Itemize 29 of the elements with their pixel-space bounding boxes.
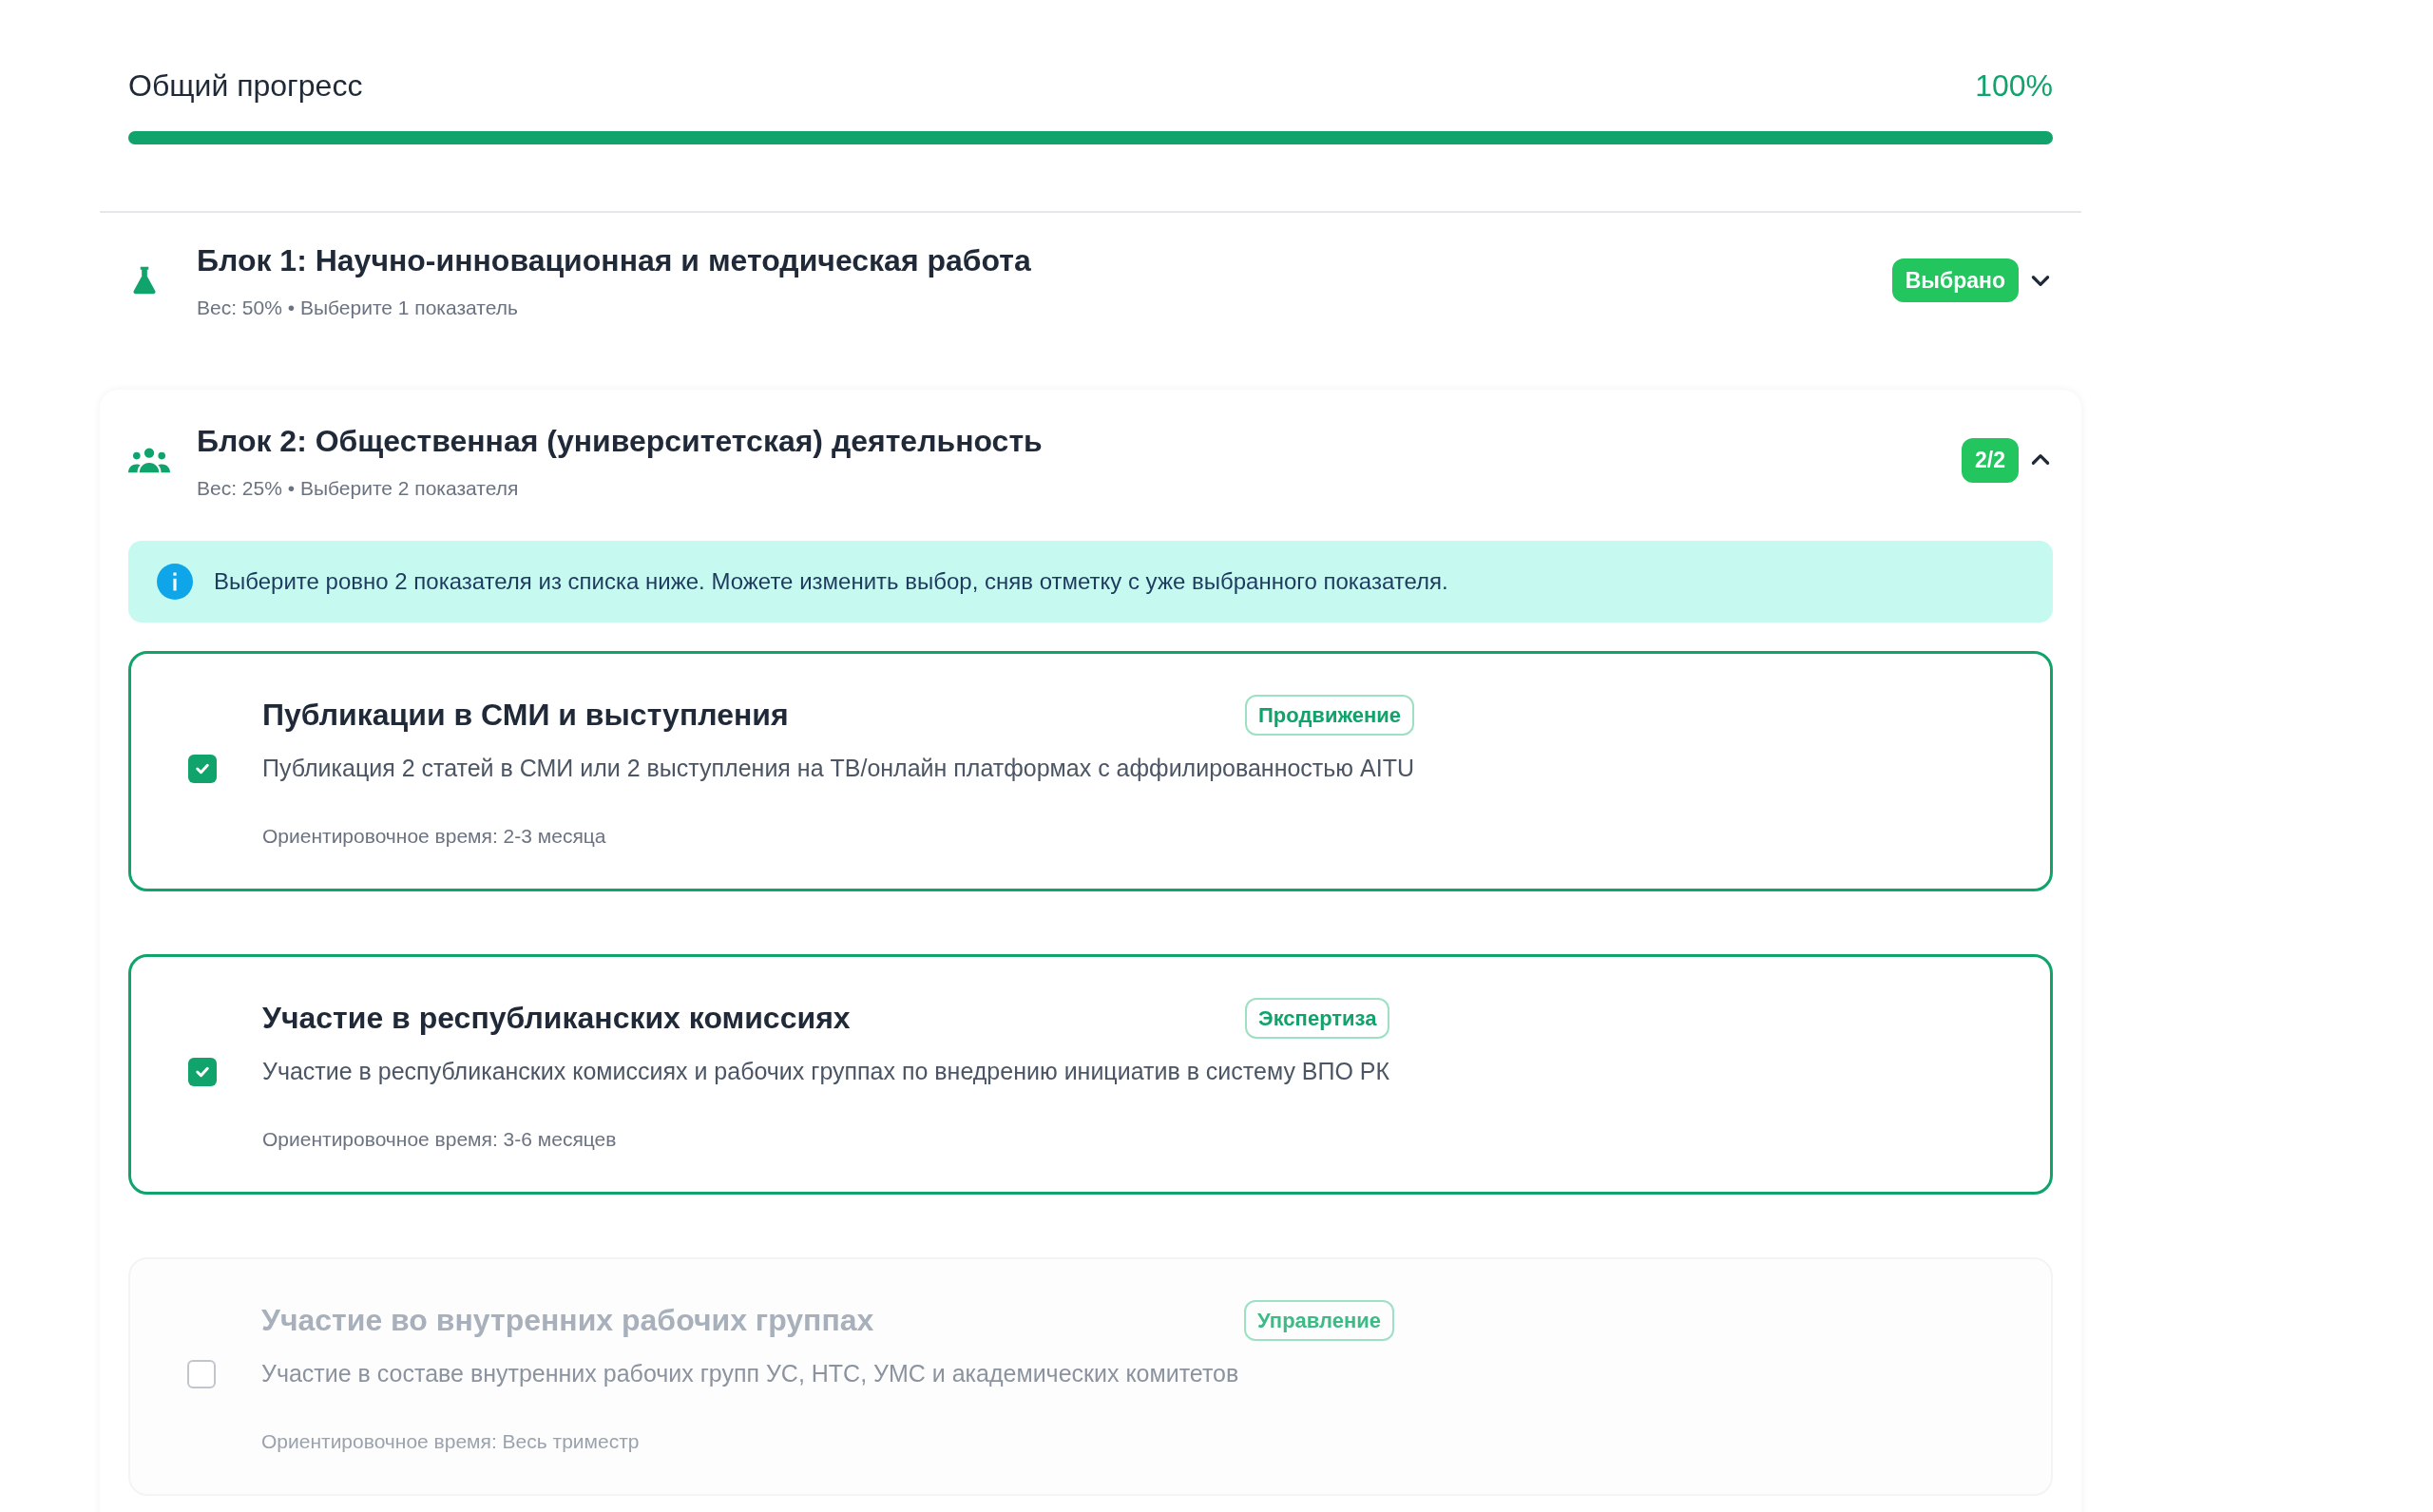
category-tag: Экспертиза (1245, 997, 1390, 1039)
card-title: Публикации в СМИ и выступления (262, 697, 790, 734)
block-subtitle: Вес: 50% • Выберите 1 показатель (197, 296, 519, 320)
card-description: Участие в составе внутренних рабочих групп УС, НТС, УМС и академических комитетов (261, 1359, 1239, 1388)
card-description: Публикация 2 статей в СМИ или 2 выступления на ТВ/онлайн платформах с аффилированностью AITU (262, 754, 1414, 783)
estimated-time: Ориентировочное время: 2-3 месяца (262, 824, 606, 847)
estimated-time: Ориентировочное время: Весь триместр (261, 1429, 640, 1452)
status-badge: Выбрано (1891, 258, 2019, 302)
indicator-card[interactable]: Публикации в СМИ и выступления Продвижение Публикация 2 статей в СМИ или 2 выступления на ТВ/онлайн платформах с аффилированностью AITU Ориентировочное время: 2-3 месяца (128, 651, 2053, 891)
card-description: Участие в республиканских комиссиях и рабочих группах по внедрению инициатив в систему ВПО РК (262, 1057, 1390, 1086)
block-title: Блок 2: Общественная (университетская) деятельность (197, 422, 1044, 460)
block-header[interactable]: Блок 2: Общественная (университетская) деятельность Вес: 25% • Выберите 2 показателя 2/2 (128, 417, 2053, 503)
progress-percent: 100% (1975, 67, 2053, 105)
indicator-card[interactable]: Участие в республиканских комиссиях Экспертиза Участие в республиканских комиссиях и рабочих группах по внедрению инициатив в систему ВПО РК Ориентировочное время: 3-6 месяцев (128, 954, 2053, 1195)
card-title: Участие во внутренних рабочих группах (261, 1302, 875, 1339)
status-badge: 2/2 (1962, 438, 2019, 483)
info-icon (157, 564, 193, 600)
estimated-time: Ориентировочное время: 3-6 месяцев (262, 1127, 617, 1150)
block-header[interactable]: Блок 1: Научно-инновационная и методическая работа Вес: 50% • Выберите 1 показатель Выбрано (128, 238, 2053, 323)
category-tag: Продвижение (1245, 694, 1414, 736)
info-text: Выберите ровно 2 показателя из списка ниже. Можете изменить выбор, сняв отметку с уже выбранного показателя. (214, 567, 1448, 596)
people-icon (128, 446, 170, 475)
card-title: Участие в республиканских комиссиях (262, 1000, 852, 1037)
category-tag: Управление (1244, 1299, 1394, 1341)
checkbox[interactable] (188, 754, 217, 783)
checkbox[interactable] (188, 1057, 217, 1086)
block-subtitle: Вес: 25% • Выберите 2 показателя (197, 475, 520, 501)
progress-label: Общий прогресс (128, 67, 363, 105)
block-title: Блок 1: Научно-инновационная и методическая работа (197, 242, 1032, 279)
